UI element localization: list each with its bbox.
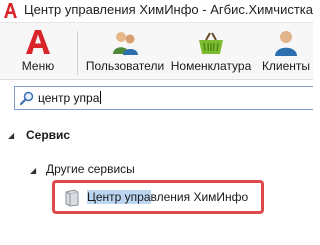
agbis-menu-icon xyxy=(26,30,50,54)
users-button[interactable]: Пользователи xyxy=(84,23,166,81)
clients-button-label: Клиенты xyxy=(261,59,311,73)
agbis-logo-icon xyxy=(4,3,17,18)
tree-item-label-rest: вления ХимИнфо xyxy=(150,190,249,204)
nomenclature-button-label: Номенклатура xyxy=(170,59,252,73)
nomenclature-button[interactable]: Номенклатура xyxy=(168,23,254,81)
users-button-label: Пользователи xyxy=(85,59,165,73)
clients-button[interactable]: Клиенты xyxy=(256,23,316,81)
menu-button-label: Меню xyxy=(21,59,55,73)
text-caret xyxy=(100,91,102,104)
expand-arrow-icon[interactable]: ◢ xyxy=(8,131,14,140)
expand-arrow-icon[interactable]: ◢ xyxy=(30,166,36,175)
search-match-highlight: Центр упра xyxy=(87,190,151,204)
tree-item-control-center[interactable]: Центр управления ХимИнфо xyxy=(87,190,248,204)
menu-button[interactable]: Меню xyxy=(2,23,74,81)
window-title: Центр управления ХимИнфо - Агбис.Химчист… xyxy=(24,2,314,17)
service-item-icon xyxy=(65,189,79,207)
ribbon-separator xyxy=(77,31,78,75)
shopping-basket-icon xyxy=(199,32,223,54)
tree-group-service[interactable]: Сервис xyxy=(26,128,70,142)
users-icon xyxy=(113,32,138,55)
search-input-value: центр упра xyxy=(38,91,102,105)
search-input[interactable]: центр упра xyxy=(14,86,313,110)
search-icon xyxy=(20,91,34,105)
ribbon-toolbar: Меню Пользователи Номенклатура Клиенты xyxy=(0,22,313,80)
tree-subgroup-other-services[interactable]: Другие сервисы xyxy=(46,162,135,176)
title-bar: Центр управления ХимИнфо - Агбис.Химчист… xyxy=(0,0,313,22)
client-icon xyxy=(275,31,297,56)
